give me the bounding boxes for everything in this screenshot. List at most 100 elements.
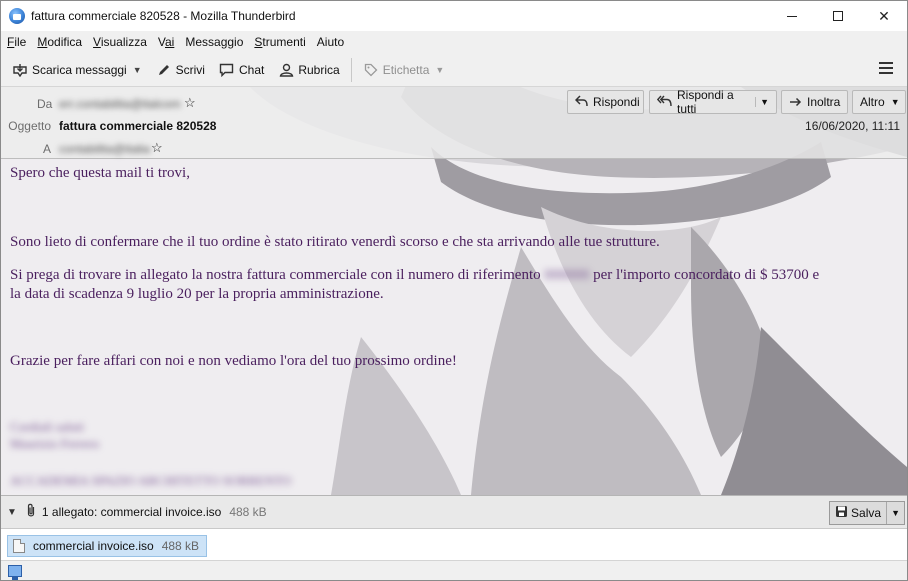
maximize-icon [833,11,843,21]
chevron-down-icon[interactable]: ▼ [887,508,904,518]
paragraph-confirmation: Sono lieto di confermare che il tuo ordi… [10,234,660,250]
address-book-button[interactable]: Rubrica [273,57,344,83]
menu-messaggio-label: essaggio [195,35,244,49]
thunderbird-window: fattura commerciale 820528 - Mozilla Thu… [0,0,908,581]
chevron-down-icon[interactable]: ▼ [755,97,769,107]
from-label: Da [37,97,53,111]
attachment-size: 488 kB [161,539,200,553]
menu-messaggio[interactable]: Messaggio [185,35,243,49]
to-label: A [43,142,52,156]
menu-visualizza-label: isualizza [100,35,147,49]
window-controls: ✕ [769,1,907,31]
menu-visualizza-accel: V [93,35,101,49]
chat-label: Chat [238,62,265,77]
menu-visualizza[interactable]: Visualizza [93,35,147,49]
address-book-label: Rubrica [298,62,340,77]
main-toolbar: Scarica messaggi ▼ Scrivi Chat Rubrica E… [1,53,907,87]
get-messages-label: Scarica messaggi [32,62,127,77]
chat-bubble-icon [219,62,235,78]
attachment-summary[interactable]: 1 allegato: commercial invoice.iso [42,505,221,519]
tag-button[interactable]: Etichetta ▼ [358,57,450,83]
subject-value: fattura commerciale 820528 [59,119,217,133]
star-icon[interactable]: ☆ [151,140,163,156]
reply-icon [574,94,588,110]
chevron-down-icon: ▼ [890,97,900,107]
status-bar [1,561,907,580]
message-body: Spero che questa mail ti trovi, Sono lie… [1,160,907,495]
minimize-icon [787,15,797,17]
signature-company: ACCADEMIA SPAZIO ARCHITETTO SORRENTO [10,473,292,488]
contacts-icon [278,62,294,78]
reply-all-button[interactable]: Rispondi a tutti ▼ [649,88,777,116]
pencil-icon [156,62,172,78]
write-button[interactable]: Scrivi [151,57,210,83]
file-icon [13,539,25,553]
title-bar: fattura commerciale 820528 - Mozilla Thu… [1,1,907,31]
chat-button[interactable]: Chat [214,57,269,83]
save-attachment-button[interactable]: Salva ▼ [829,501,905,525]
greeting-text: Spero che questa mail ti trovi, [10,165,190,181]
forward-icon [789,95,802,110]
signature-line-2: Maurizio Ferrero [10,436,100,451]
tag-icon [363,62,379,78]
tag-label: Etichetta [382,62,430,77]
online-status-icon[interactable] [8,565,22,580]
save-label: Salva [851,506,882,520]
paperclip-icon [26,503,36,521]
window-title: fattura commerciale 820528 - Mozilla Thu… [31,9,296,23]
subject-label: Oggetto [8,119,51,133]
attachment-name: commercial invoice.iso [33,539,154,553]
forward-label: Inoltra [807,95,841,109]
download-icon [12,62,28,78]
menu-modifica[interactable]: Modifica [37,35,82,49]
reply-label: Rispondi [593,95,640,109]
maximize-button[interactable] [815,1,861,31]
invoice-reference-number: 000000 [544,267,590,283]
attachment-item[interactable]: commercial invoice.iso 488 kB [7,535,208,557]
message-header: Da err.contabilita@italcom ☆ Oggetto fat… [1,87,907,159]
paragraph-invoice-line2: la data di scadenza 9 luglio 20 per la p… [10,286,384,302]
chevron-down-icon[interactable]: ▼ [7,507,17,518]
from-address[interactable]: err.contabilita@italcom [59,97,181,111]
close-button[interactable]: ✕ [861,1,907,31]
more-button[interactable]: Altro ▼ [852,90,906,114]
star-icon[interactable]: ☆ [184,95,196,111]
reply-all-label: Rispondi a tutti [677,88,734,116]
menu-file-label: ile [14,35,27,49]
menu-strumenti[interactable]: Strumenti [254,35,305,49]
more-label: Altro [860,95,885,109]
menu-strumenti-label: trumenti [262,35,306,49]
to-address[interactable]: contabilita@italia [59,142,150,156]
chevron-down-icon[interactable]: ▼ [133,65,142,75]
chevron-down-icon: ▼ [435,64,445,75]
menu-aiuto[interactable]: Aiuto [317,35,344,49]
invoice-text-a: Si prega di trovare in allegato la nostr… [10,267,541,283]
menu-aiuto-label: iuto [324,35,345,49]
attachment-list: commercial invoice.iso 488 kB [1,529,907,561]
menu-file[interactable]: File [7,35,26,49]
reply-all-icon [656,95,672,110]
get-messages-button[interactable]: Scarica messaggi ▼ [7,57,147,83]
invoice-text-b: per l'importo concordato di $ 53700 e [593,267,820,283]
menu-aiuto-first: A [316,35,325,49]
close-icon: ✕ [878,7,890,24]
write-label: Scrivi [175,62,205,77]
menu-vai[interactable]: Vai [158,35,174,49]
menu-vai-first: V [157,35,165,49]
signature-line-1: Cordiali saluti [10,419,85,434]
toolbar-separator [350,57,352,82]
reply-button[interactable]: Rispondi [567,90,644,114]
paragraph-invoice-line1: Si prega di trovare in allegato la nostr… [10,267,819,284]
forward-button[interactable]: Inoltra [781,90,848,114]
minimize-button[interactable] [769,1,815,31]
thunderbird-app-icon [9,8,25,24]
save-main[interactable]: Salva [830,502,888,524]
message-date: 16/06/2020, 11:11 [805,119,900,133]
save-icon [835,505,848,521]
menu-modifica-label: odifica [47,35,83,49]
app-menu-icon[interactable] [879,62,893,74]
closing-text: Grazie per fare affari con noi e non ved… [10,353,457,369]
menu-messaggio-first: M [185,35,196,49]
attachment-summary-size: 488 kB [229,505,267,519]
menu-bar: File Modifica Visualizza Vai Messaggio S… [1,31,907,53]
